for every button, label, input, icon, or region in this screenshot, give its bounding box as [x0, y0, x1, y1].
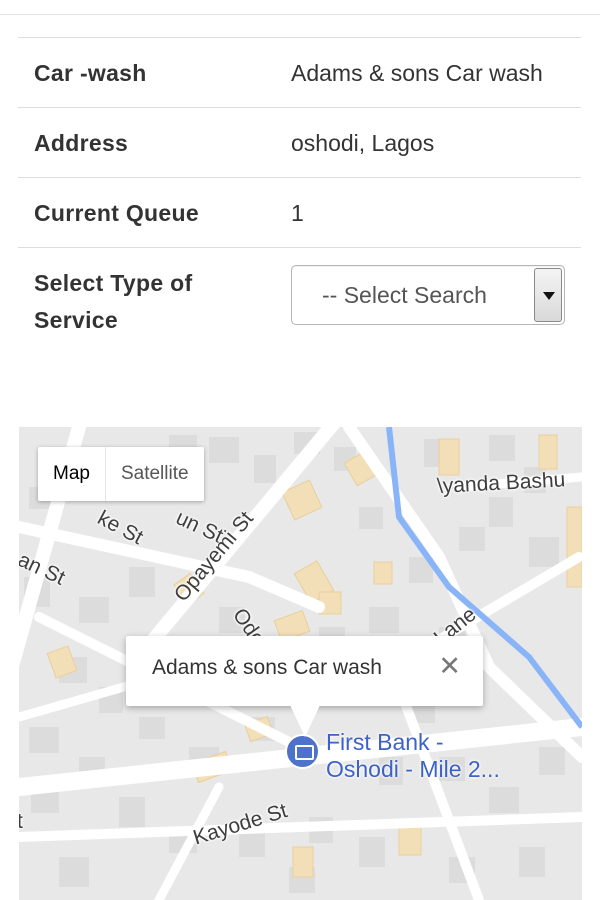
- map-view[interactable]: Map Satellite an St ke St un St Opayemi …: [19, 427, 582, 900]
- table-row: Car -wash Adams & sons Car wash: [18, 37, 581, 108]
- map-type-map-button[interactable]: Map: [38, 447, 105, 501]
- map-type-control: Map Satellite: [38, 447, 204, 501]
- carwash-value: Adams & sons Car wash: [275, 37, 581, 108]
- poi-label-line2: Oshodi - Mile 2...: [326, 756, 500, 782]
- address-label: Address: [18, 107, 275, 178]
- poi-label-line1: First Bank -: [326, 729, 444, 755]
- service-type-select[interactable]: -- Select Search: [291, 265, 565, 325]
- info-window-pointer: [290, 705, 320, 737]
- queue-label: Current Queue: [18, 177, 275, 248]
- table-row: Current Queue 1: [18, 177, 581, 248]
- queue-value: 1: [275, 177, 581, 248]
- bank-icon[interactable]: [285, 734, 320, 769]
- map-type-satellite-button[interactable]: Satellite: [106, 447, 204, 501]
- close-icon[interactable]: ✕: [438, 650, 461, 682]
- service-type-label: Select Type of Service: [18, 247, 275, 354]
- info-window-title: Adams & sons Car wash: [152, 656, 382, 679]
- poi-label[interactable]: First Bank - Oshodi - Mile 2...: [326, 729, 500, 783]
- top-divider: [0, 14, 600, 15]
- street-label-t: t: [19, 810, 23, 833]
- map-info-window: Adams & sons Car wash ✕: [126, 636, 483, 737]
- table-row: Select Type of Service -- Select Search: [18, 247, 581, 354]
- address-value: oshodi, Lagos: [275, 107, 581, 178]
- service-type-selected: -- Select Search: [322, 282, 487, 308]
- table-row: Address oshodi, Lagos: [18, 107, 581, 178]
- carwash-details-table: Car -wash Adams & sons Car wash Address …: [18, 37, 581, 354]
- chevron-down-icon[interactable]: [534, 268, 562, 322]
- carwash-label: Car -wash: [18, 37, 275, 108]
